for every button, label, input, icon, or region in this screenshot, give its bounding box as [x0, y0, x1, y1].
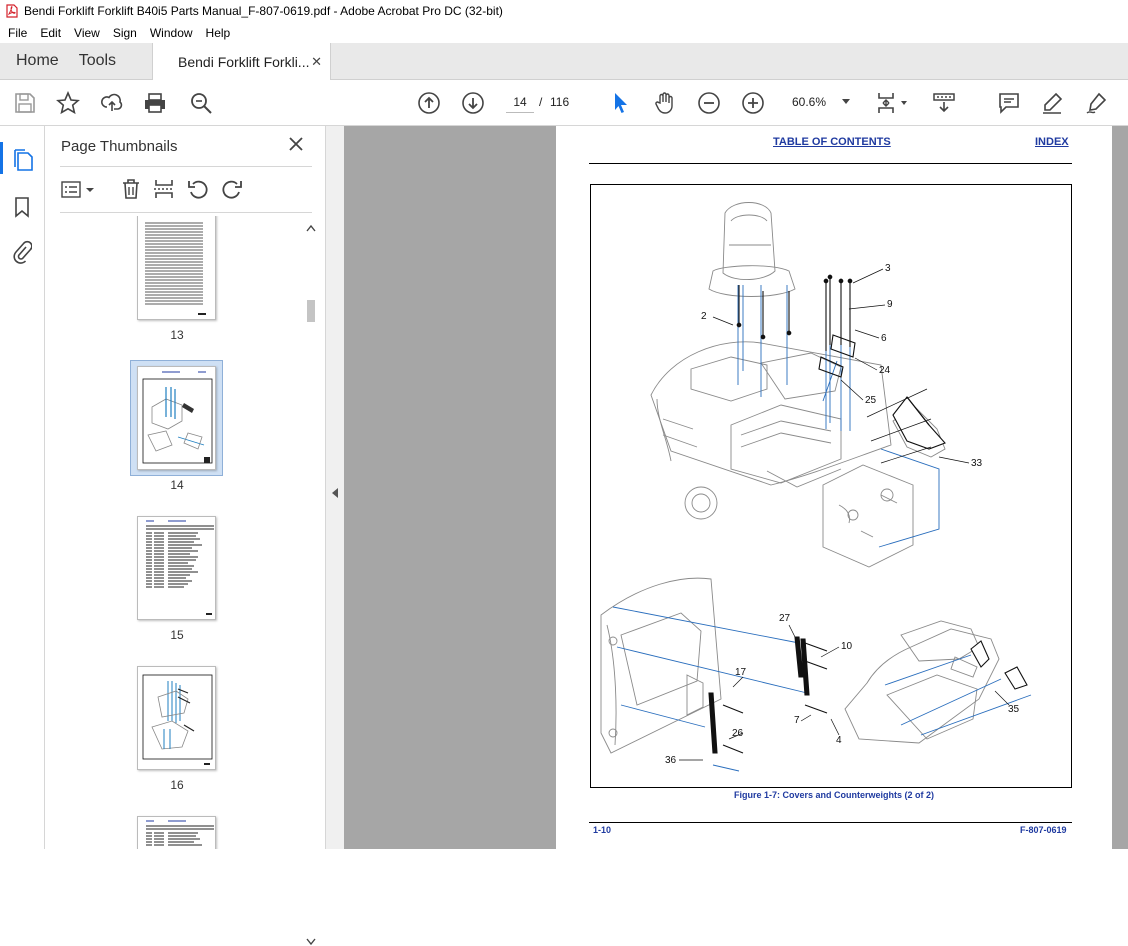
callout-35: 35 [1008, 704, 1020, 715]
print-icon[interactable] [143, 91, 167, 115]
page-fit-icon[interactable] [875, 91, 909, 115]
callout-3: 3 [885, 263, 891, 274]
figure-caption: Figure 1-7: Covers and Counterweights (2… [733, 790, 935, 800]
thumbnail-label-16: 16 [170, 778, 184, 792]
title-bar: Bendi Forklift Forklift B40i5 Parts Manu… [0, 0, 1128, 22]
thumbnail-page-17[interactable] [137, 816, 216, 849]
document-code-footer: F-807-0619 [1020, 825, 1067, 835]
table-of-contents-link[interactable]: TABLE OF CONTENTS [773, 136, 891, 148]
menu-file[interactable]: File [8, 26, 27, 40]
callout-2: 2 [701, 311, 707, 322]
previous-page-icon[interactable] [417, 91, 441, 115]
page-number-input[interactable]: 14 [506, 91, 534, 113]
footer-rule [589, 822, 1072, 823]
scroll-up-icon[interactable] [306, 224, 316, 232]
index-link[interactable]: INDEX [1035, 136, 1069, 148]
callout-10: 10 [841, 641, 853, 652]
callout-4: 4 [836, 735, 842, 746]
thumbnail-page-14[interactable] [137, 366, 216, 470]
close-tab-icon[interactable]: ✕ [311, 54, 322, 70]
window-title: Bendi Forklift Forklift B40i5 Parts Manu… [24, 4, 503, 18]
menu-sign[interactable]: Sign [113, 26, 137, 40]
select-cursor-icon[interactable] [609, 91, 633, 115]
thumbnail-list[interactable]: 13 14 15 16 [60, 216, 312, 849]
thumbnail-14-image [142, 371, 213, 464]
highlight-pen-icon[interactable] [1040, 91, 1064, 115]
thumbnail-options-icon[interactable] [61, 180, 95, 200]
figure-frame: 3 9 2 6 24 25 33 27 10 17 7 4 26 36 35 [590, 184, 1072, 788]
pdf-page: TABLE OF CONTENTS INDEX 3 9 2 6 24 25 33… [556, 126, 1112, 849]
hand-tool-icon[interactable] [653, 91, 677, 115]
panel-title: Page Thumbnails [61, 138, 178, 155]
callout-25: 25 [865, 395, 877, 406]
tab-tools[interactable]: Tools [75, 43, 132, 79]
thumbnail-label-15: 15 [170, 628, 184, 642]
document-view[interactable]: TABLE OF CONTENTS INDEX 3 9 2 6 24 25 33… [344, 126, 1128, 849]
thumbnail-label-13: 13 [170, 328, 184, 342]
left-rail [0, 126, 45, 849]
thumbnail-17-image [146, 820, 214, 846]
star-icon[interactable] [56, 91, 80, 115]
thumbnails-panel: Page Thumbnails 13 14 15 16 [45, 126, 325, 946]
menu-edit[interactable]: Edit [40, 26, 61, 40]
thumbnail-15-image [146, 520, 214, 615]
menu-bar: File Edit View Sign Window Help [0, 22, 1128, 43]
rotate-clockwise-icon[interactable] [221, 178, 243, 200]
tab-bar: Home Tools Bendi Forklift Forkli... ✕ [0, 43, 1128, 80]
close-icon[interactable] [288, 136, 304, 152]
delete-page-icon[interactable] [120, 178, 142, 200]
selected-indicator [0, 142, 3, 174]
thumbnail-scrollbar[interactable] [304, 220, 318, 946]
header-rule [589, 163, 1072, 164]
acrobat-icon [6, 4, 18, 18]
thumbnail-page-15[interactable] [137, 516, 216, 620]
thumbnail-page-13[interactable] [137, 216, 216, 320]
comment-icon[interactable] [997, 91, 1021, 115]
menu-window[interactable]: Window [150, 26, 193, 40]
callout-17: 17 [735, 667, 747, 678]
covers-counterweights-diagram: 3 9 2 6 24 25 33 27 10 17 7 4 26 36 35 [600, 202, 1032, 772]
zoom-search-icon[interactable] [189, 91, 213, 115]
menu-help[interactable]: Help [206, 26, 231, 40]
zoom-select[interactable]: 60.6% [786, 91, 856, 113]
callout-27: 27 [779, 613, 791, 624]
extract-page-icon[interactable] [153, 178, 175, 200]
menu-view[interactable]: View [74, 26, 100, 40]
zoom-out-icon[interactable] [697, 91, 721, 115]
tab-document-label: Bendi Forklift Forkli... [178, 53, 310, 70]
callout-36: 36 [665, 755, 677, 766]
attachments-icon[interactable] [12, 240, 32, 264]
chevron-down-icon [842, 99, 850, 104]
scroll-down-icon[interactable] [306, 938, 316, 946]
thumbnail-16-image [142, 674, 213, 765]
page-number-footer: 1-10 [593, 825, 612, 835]
page-thumbnails-icon[interactable] [12, 148, 34, 172]
tab-home[interactable]: Home [0, 43, 75, 79]
panel-divider [60, 212, 312, 213]
collapse-arrow-icon [332, 488, 338, 498]
sign-fill-icon[interactable] [1084, 91, 1108, 115]
next-page-icon[interactable] [461, 91, 485, 115]
scrollbar-thumb[interactable] [307, 300, 315, 322]
callout-33: 33 [971, 458, 983, 469]
thumbnail-label-14: 14 [170, 478, 184, 492]
callout-7: 7 [794, 715, 800, 726]
zoom-value: 60.6% [792, 95, 827, 109]
panel-collapse-handle[interactable] [325, 126, 344, 849]
save-icon[interactable] [13, 91, 37, 115]
thumbnail-page-16[interactable] [137, 666, 216, 770]
page-total: 116 [550, 95, 570, 109]
zoom-in-icon[interactable] [741, 91, 765, 115]
tab-document[interactable]: Bendi Forklift Forkli... ✕ [152, 43, 331, 80]
bookmarks-icon[interactable] [13, 196, 31, 218]
scroll-mode-icon[interactable] [932, 91, 956, 115]
thumbnail-13-image [145, 222, 206, 315]
page-separator: / [539, 95, 543, 109]
callout-9: 9 [887, 299, 893, 310]
callout-6: 6 [881, 333, 887, 344]
panel-divider [60, 166, 312, 167]
callout-24: 24 [879, 365, 891, 376]
share-upload-icon[interactable] [100, 91, 124, 115]
rotate-counterclockwise-icon[interactable] [187, 178, 209, 200]
